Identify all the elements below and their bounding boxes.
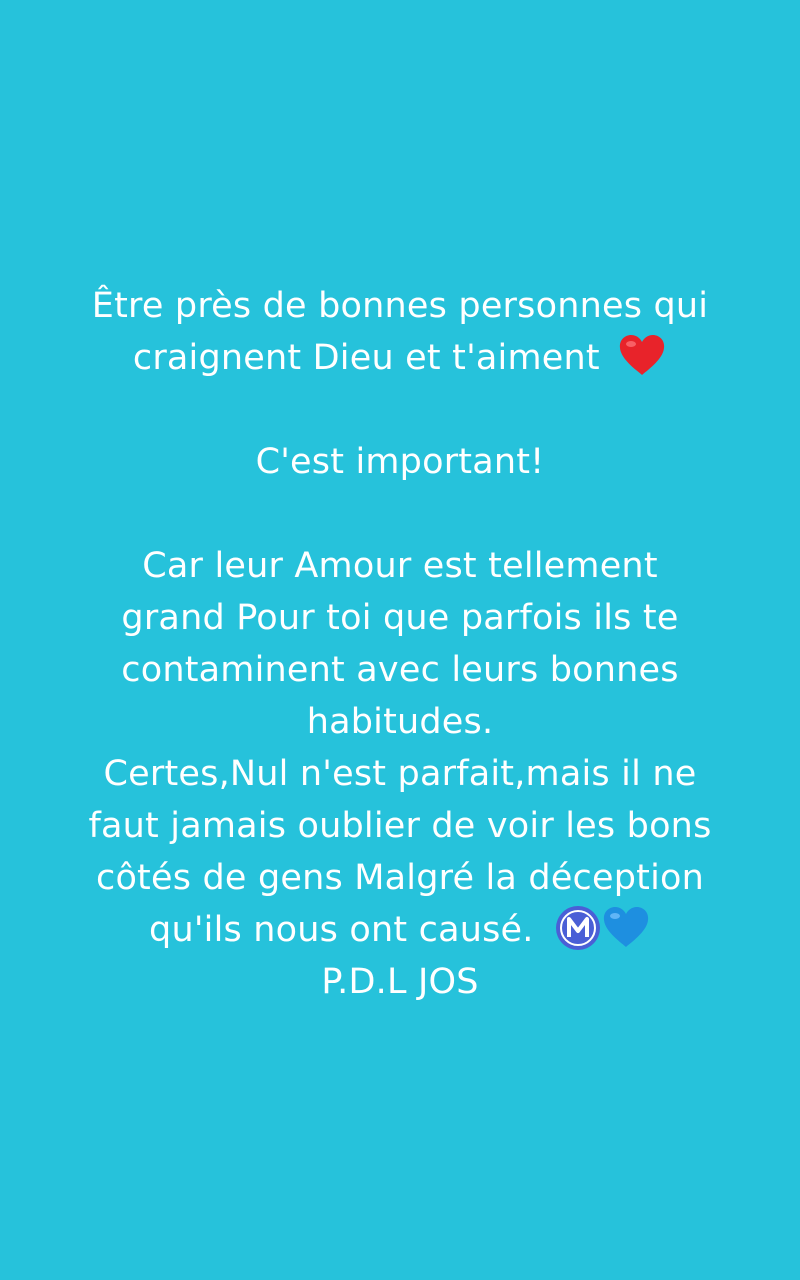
story-line-2: craignent Dieu et t'aiment <box>132 338 600 378</box>
story-signature: P.D.L JOS <box>321 962 479 1002</box>
story-text-block: Être près de bonnes personnes qui craign… <box>18 280 782 1008</box>
circled-m-icon <box>555 906 600 950</box>
blue-heart-icon <box>603 907 649 947</box>
story-line-10: côtés de gens Malgré la déception <box>96 858 704 898</box>
story-canvas: Être près de bonnes personnes qui craign… <box>0 0 800 1280</box>
story-line-9: faut jamais oublier de voir les bons <box>88 806 712 846</box>
story-line-8: Certes,Nul n'est parfait,mais il ne <box>103 754 697 794</box>
story-line-1: Être près de bonnes personnes qui <box>91 286 709 326</box>
story-line-3: C'est important! <box>255 442 545 482</box>
story-line-4: Car leur Amour est tellement <box>142 546 658 586</box>
story-line-2-container: craignent Dieu et t'aiment <box>18 332 782 384</box>
story-line-6: contaminent avec leurs bonnes <box>121 650 679 690</box>
story-line-5: grand Pour toi que parfois ils te <box>121 598 679 638</box>
story-line-11-container: qu'ils nous ont causé. <box>18 904 782 956</box>
red-heart-icon <box>620 335 665 375</box>
story-line-7: habitudes. <box>306 702 494 742</box>
story-line-11: qu'ils nous ont causé. <box>149 910 534 950</box>
